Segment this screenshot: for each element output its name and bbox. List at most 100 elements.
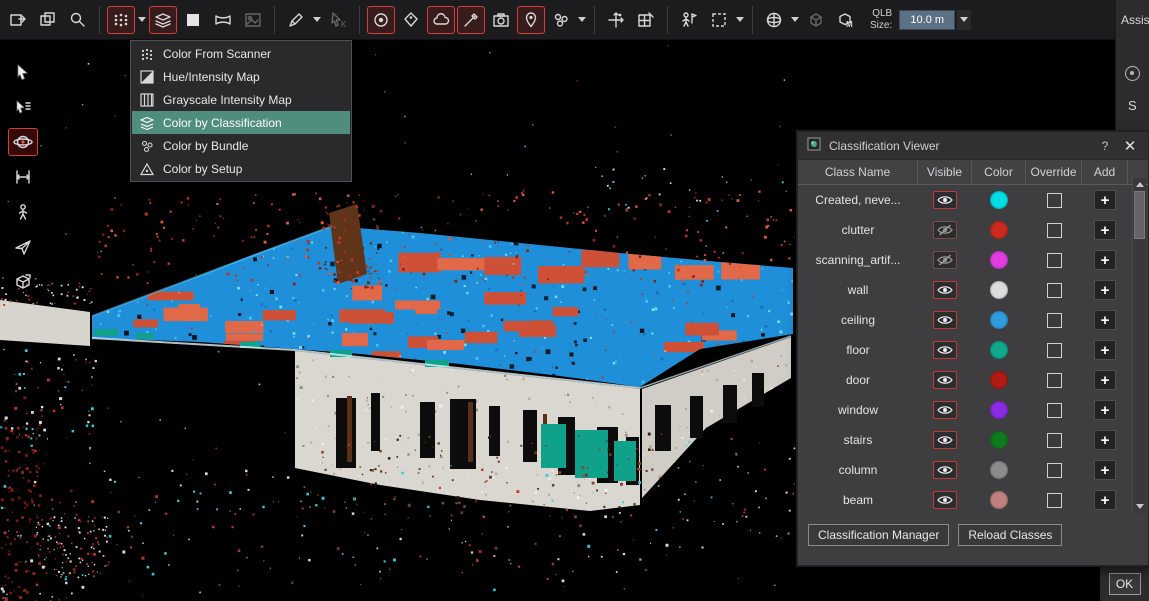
override-checkbox[interactable] <box>1047 493 1062 508</box>
color-swatch[interactable] <box>990 341 1008 359</box>
new-scan-view-button[interactable] <box>4 6 32 34</box>
panel-titlebar[interactable]: Classification Viewer ? ✕ <box>798 132 1148 160</box>
color-swatch[interactable] <box>990 401 1008 419</box>
walkthrough-registration-button[interactable] <box>675 6 703 34</box>
menu-item-color-from-scanner[interactable]: Color From Scanner <box>132 42 350 65</box>
add-button[interactable]: + <box>1094 250 1116 270</box>
override-checkbox[interactable] <box>1047 433 1062 448</box>
image-view-button[interactable] <box>239 6 267 34</box>
menu-item-color-by-setup[interactable]: Color by Setup <box>132 157 350 180</box>
color-swatch[interactable] <box>990 221 1008 239</box>
walk-tool-button[interactable] <box>8 198 38 226</box>
color-swatch[interactable] <box>990 431 1008 449</box>
panorama-view-button[interactable] <box>209 6 237 34</box>
color-swatch[interactable] <box>990 371 1008 389</box>
qlb-size-select[interactable]: 10.0 m <box>899 10 955 30</box>
cloud-tool-button[interactable] <box>427 6 455 34</box>
color-by-classification-button[interactable] <box>149 6 177 34</box>
camera-tool-button[interactable] <box>487 6 515 34</box>
visibility-toggle[interactable] <box>933 281 957 299</box>
scroll-down-icon[interactable] <box>1133 500 1147 513</box>
add-button[interactable]: + <box>1094 460 1116 480</box>
visibility-toggle[interactable] <box>933 491 957 509</box>
override-checkbox[interactable] <box>1047 343 1062 358</box>
scroll-up-icon[interactable] <box>1133 178 1147 191</box>
menu-item-grayscale-intensity-map[interactable]: Grayscale Intensity Map <box>132 88 350 111</box>
add-button[interactable]: + <box>1094 340 1116 360</box>
add-button[interactable]: + <box>1094 400 1116 420</box>
menu-item-color-by-classification[interactable]: Color by Classification <box>132 111 350 134</box>
visibility-toggle[interactable] <box>933 371 957 389</box>
bundle-tool-button[interactable] <box>547 6 575 34</box>
cube-view-button[interactable] <box>802 6 830 34</box>
visibility-toggle[interactable] <box>933 221 957 239</box>
view-sphere-button[interactable] <box>760 6 788 34</box>
scrollbar-thumb[interactable] <box>1134 191 1145 239</box>
visibility-toggle[interactable] <box>933 431 957 449</box>
override-checkbox[interactable] <box>1047 403 1062 418</box>
orbit-tool-button[interactable] <box>8 128 38 156</box>
override-checkbox[interactable] <box>1047 373 1062 388</box>
bundle-tool-caret[interactable] <box>578 17 586 22</box>
add-button[interactable]: + <box>1094 430 1116 450</box>
color-swatch[interactable] <box>990 251 1008 269</box>
color-swatch[interactable] <box>990 461 1008 479</box>
column-class-name[interactable]: Class Name <box>798 160 918 184</box>
help-button[interactable]: ? <box>1097 139 1113 153</box>
column-visible[interactable]: Visible <box>918 160 972 184</box>
zoom-tool-button[interactable] <box>64 6 92 34</box>
override-checkbox[interactable] <box>1047 313 1062 328</box>
pick-tool-button[interactable]: K <box>324 6 352 34</box>
brush-tool-button[interactable] <box>282 6 310 34</box>
close-button[interactable]: ✕ <box>1121 137 1139 155</box>
visibility-toggle[interactable] <box>933 341 957 359</box>
add-button[interactable]: + <box>1094 280 1116 300</box>
pointer-tool-button[interactable] <box>8 58 38 86</box>
tag-tool-button[interactable] <box>397 6 425 34</box>
selection-area-button[interactable] <box>705 6 733 34</box>
select-tool-button[interactable] <box>8 93 38 121</box>
visibility-toggle[interactable] <box>933 191 957 209</box>
override-checkbox[interactable] <box>1047 193 1062 208</box>
column-color[interactable]: Color <box>972 160 1026 184</box>
fly-tool-button[interactable] <box>8 233 38 261</box>
color-swatch[interactable] <box>990 191 1008 209</box>
assistant-tool-icon[interactable] <box>1125 66 1140 81</box>
grayscale-intensity-button[interactable] <box>179 6 207 34</box>
menu-item-color-by-bundle[interactable]: Color by Bundle <box>132 134 350 157</box>
column-override[interactable]: Override <box>1026 160 1082 184</box>
measure-tool-button[interactable] <box>8 163 38 191</box>
add-button[interactable]: + <box>1094 190 1116 210</box>
add-button[interactable]: + <box>1094 370 1116 390</box>
snap-grid-button[interactable] <box>632 6 660 34</box>
ok-button[interactable]: OK <box>1109 573 1141 595</box>
visibility-toggle[interactable] <box>933 251 957 269</box>
override-checkbox[interactable] <box>1047 283 1062 298</box>
duplicate-view-button[interactable] <box>34 6 62 34</box>
target-tool-button[interactable] <box>367 6 395 34</box>
classification-manager-button[interactable]: Classification Manager <box>808 524 949 546</box>
add-button[interactable]: + <box>1094 220 1116 240</box>
location-tool-button[interactable] <box>517 6 545 34</box>
color-swatch[interactable] <box>990 311 1008 329</box>
visibility-toggle[interactable] <box>933 461 957 479</box>
clipping-box-tool-button[interactable] <box>8 268 38 296</box>
override-checkbox[interactable] <box>1047 253 1062 268</box>
add-button[interactable]: + <box>1094 490 1116 510</box>
color-swatch[interactable] <box>990 491 1008 509</box>
color-mode-caret[interactable] <box>138 17 146 22</box>
marker-tool-button[interactable] <box>457 6 485 34</box>
add-button[interactable]: + <box>1094 310 1116 330</box>
model-view-button[interactable]: M <box>832 6 860 34</box>
override-checkbox[interactable] <box>1047 463 1062 478</box>
brush-tool-caret[interactable] <box>313 17 321 22</box>
visibility-toggle[interactable] <box>933 311 957 329</box>
visibility-toggle[interactable] <box>933 401 957 419</box>
move-points-button[interactable] <box>602 6 630 34</box>
assistant-item-label[interactable]: S <box>1128 98 1137 113</box>
column-add[interactable]: Add <box>1082 160 1128 184</box>
override-checkbox[interactable] <box>1047 223 1062 238</box>
color-swatch[interactable] <box>990 281 1008 299</box>
selection-area-caret[interactable] <box>736 17 744 22</box>
reload-classes-button[interactable]: Reload Classes <box>958 524 1062 546</box>
